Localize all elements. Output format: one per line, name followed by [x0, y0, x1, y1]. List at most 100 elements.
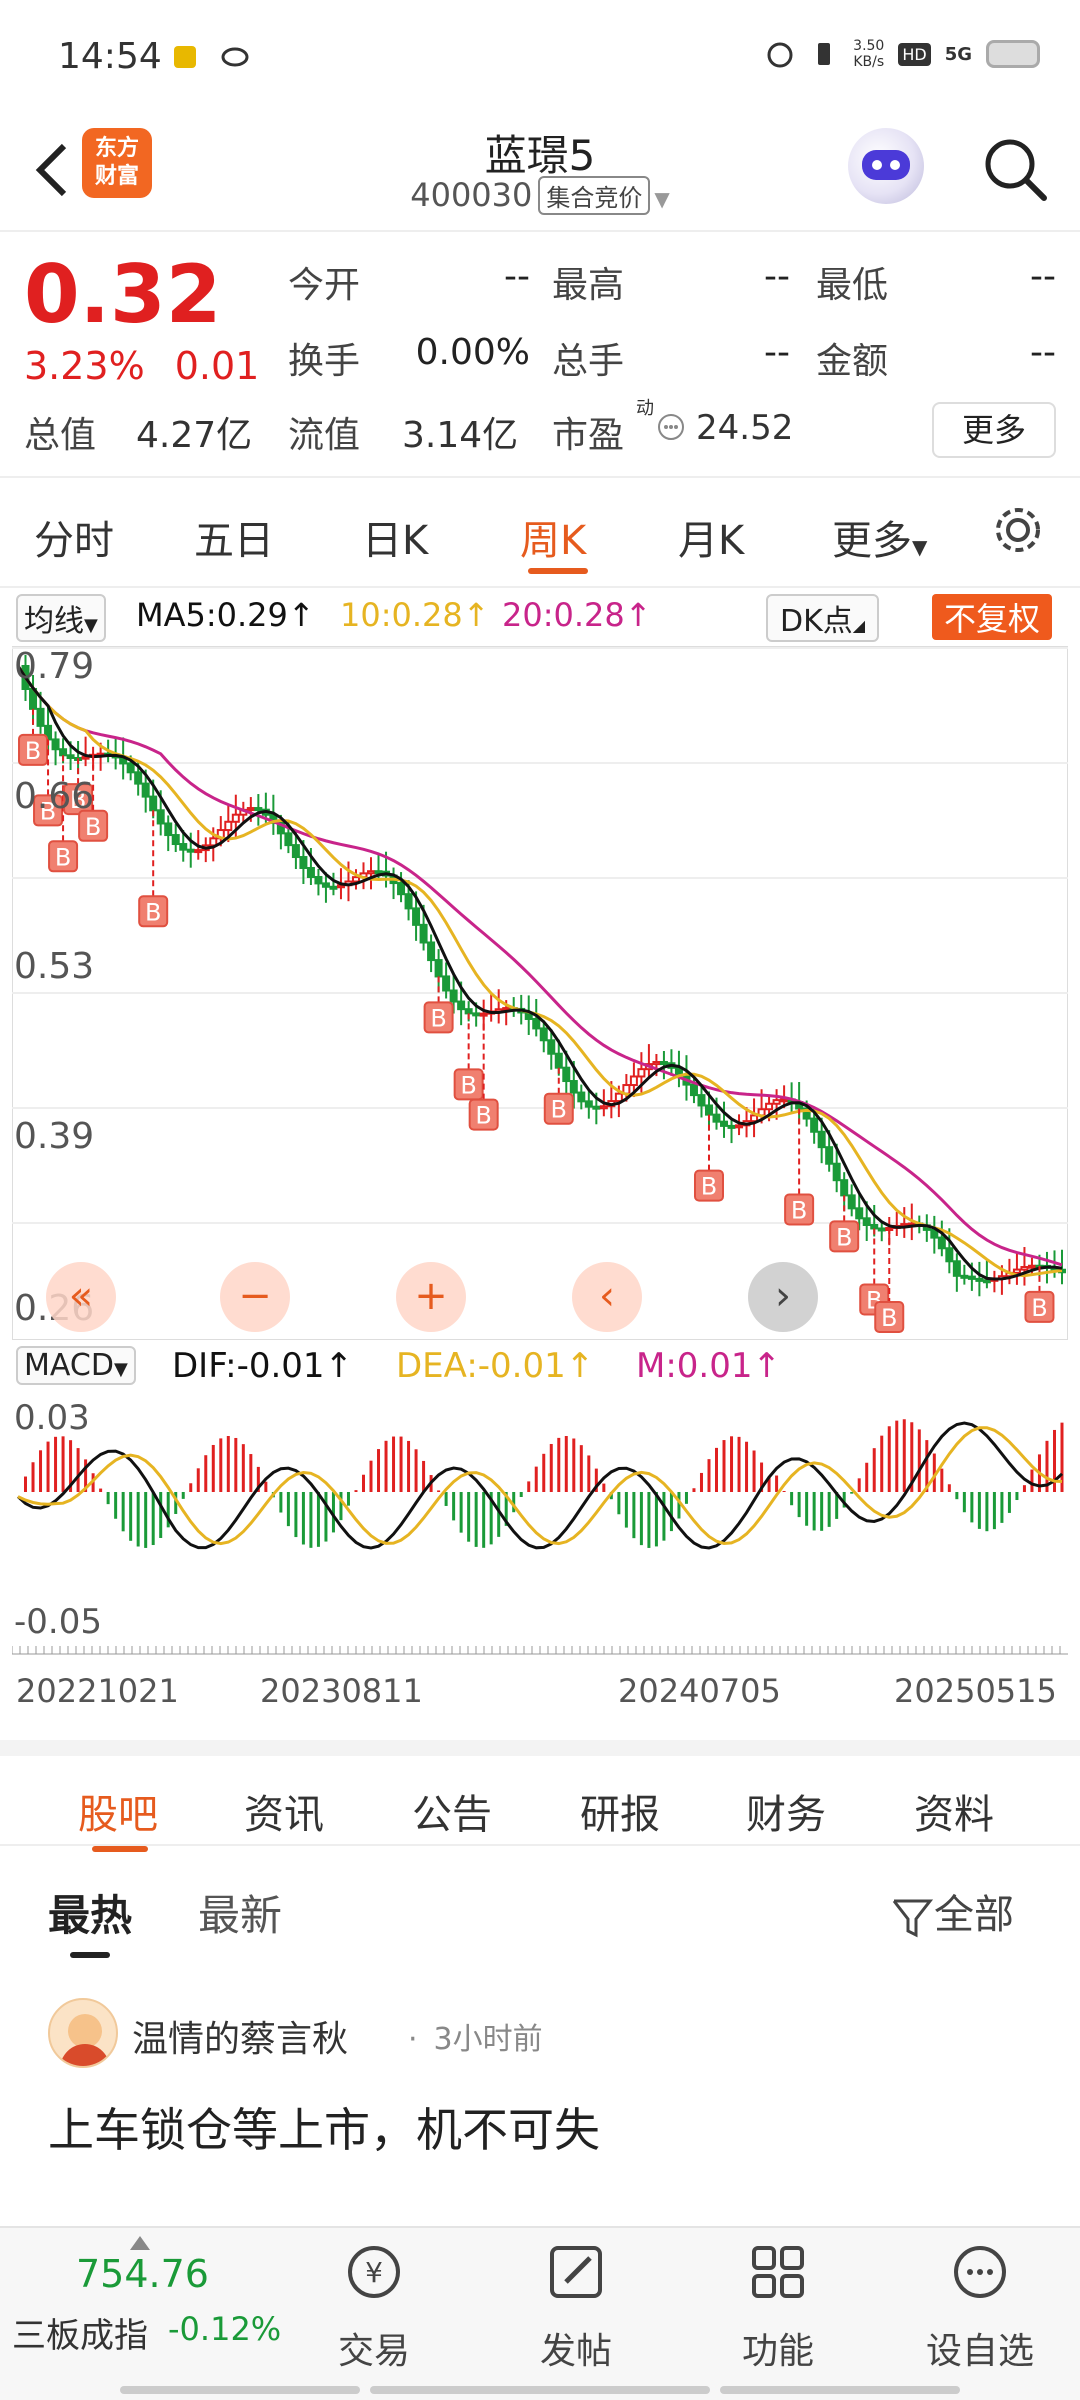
dif-value: DIF:-0.01 [172, 1346, 325, 1386]
candle [367, 870, 376, 875]
gear-icon[interactable] [988, 500, 1048, 560]
tab-daily-k[interactable]: 日K [362, 508, 428, 566]
candle [727, 1124, 736, 1129]
ai-assistant-icon[interactable] [848, 128, 924, 204]
info-icon[interactable] [656, 412, 686, 442]
dk-point-button[interactable]: DK点◢ [766, 594, 880, 642]
buy-marker-label: B [1031, 1294, 1047, 1322]
candle [472, 1012, 481, 1017]
date-label: 20240705 [618, 1672, 781, 1710]
ma20-value: 20:0.28 [502, 596, 625, 634]
net-speed-value: 3.50 [853, 38, 885, 54]
add-watchlist-button[interactable]: 设自选 [900, 2240, 1060, 2374]
candle [659, 1060, 668, 1065]
zoom-in-button[interactable]: + [396, 1262, 466, 1332]
tab-profile[interactable]: 资料 [914, 1782, 994, 1840]
candle [817, 1130, 826, 1149]
candle [840, 1179, 849, 1197]
candle [592, 1105, 601, 1110]
tab-research[interactable]: 研报 [580, 1782, 660, 1840]
trade-button[interactable]: ¥ 交易 [294, 2240, 454, 2374]
candle [712, 1113, 721, 1123]
macd-svg [11, 1398, 1068, 1658]
post-item[interactable]: 温情的蔡言秋 ·3小时前 上车锁仓等上市，机不可失 ⇗ 分享 ☺ 评论 ♡ 3 [0, 1986, 1080, 2226]
tab-news[interactable]: 资讯 [244, 1782, 324, 1840]
buy-marker-label: B [791, 1196, 807, 1224]
tab-newest[interactable]: 最新 [198, 1882, 282, 1943]
market-cap-value: 4.27亿 [136, 415, 253, 456]
more-button[interactable]: 更多 [932, 402, 1056, 458]
buy-marker-label: B [460, 1071, 476, 1099]
status-time: 14:54 [58, 36, 162, 77]
scroll-right-button[interactable]: › [748, 1262, 818, 1332]
buy-marker-label: B [145, 898, 161, 926]
tab-hottest[interactable]: 最热 [48, 1882, 132, 1943]
buy-marker-label: B [25, 737, 41, 765]
buy-marker-label: B [836, 1223, 852, 1251]
candle [577, 1091, 586, 1103]
candle [952, 1260, 961, 1277]
turnover-label: 换手 [288, 341, 361, 382]
filter-button[interactable]: 全部 [890, 1882, 1014, 1940]
candle [291, 844, 300, 859]
candle [149, 795, 158, 812]
adjust-button[interactable]: 不复权 [932, 594, 1053, 640]
candle [246, 807, 255, 812]
open-value: -- [504, 256, 530, 297]
candle [306, 866, 315, 879]
candle [765, 1102, 774, 1111]
candle [179, 843, 188, 851]
candle [584, 1100, 593, 1108]
scroll-left-button[interactable]: ‹ [572, 1262, 642, 1332]
index-value: 754.76 [76, 2252, 209, 2296]
candle [374, 870, 383, 875]
avatar[interactable] [48, 1998, 118, 2068]
ma10-value: 10:0.28 [340, 596, 463, 634]
scroll-left-fast-button[interactable]: « [46, 1262, 116, 1332]
tab-intraday[interactable]: 分时 [34, 508, 114, 566]
candle [284, 832, 293, 847]
macd-y-top: 0.03 [14, 1398, 90, 1438]
candle [569, 1080, 578, 1094]
chevron-down-icon: ▼ [912, 535, 928, 559]
filter-icon [892, 1899, 934, 1938]
candle [652, 1060, 661, 1066]
tab-more[interactable]: 更多▼ [832, 508, 927, 566]
macd-chart[interactable]: 0.03 -0.05 [11, 1398, 1068, 1658]
tab-finance[interactable]: 财务 [746, 1782, 826, 1840]
candle [697, 1094, 706, 1107]
tab-five-day[interactable]: 五日 [194, 508, 274, 566]
post-author[interactable]: 温情的蔡言秋 [132, 2010, 348, 2062]
search-icon[interactable] [980, 134, 1050, 204]
candle [36, 707, 45, 727]
kline-chart[interactable]: BBBBBBBBBBBBBBBB 0.79 0.66 0.53 0.39 0.2… [11, 645, 1069, 1341]
chart-area: 均线▼ MA5:0.29↑ 10:0.28↑ 20:0.28↑ DK点◢ 不复权… [11, 588, 1069, 1738]
post-button[interactable]: 发帖 [496, 2240, 656, 2374]
active-tab-indicator [528, 568, 588, 574]
tab-monthly-k[interactable]: 月K [678, 508, 744, 566]
auction-tag[interactable]: 集合竞价 [538, 176, 651, 215]
candle [554, 1052, 563, 1069]
tab-weekly-k[interactable]: 周K [520, 508, 586, 566]
candle [810, 1117, 819, 1133]
functions-button[interactable]: 功能 [698, 2240, 858, 2374]
date-label: 20221021 [16, 1672, 179, 1710]
tab-guba[interactable]: 股吧 [78, 1782, 158, 1840]
zoom-out-button[interactable]: − [220, 1262, 290, 1332]
nav-indicator [370, 2386, 710, 2394]
status-bar: 14:54 3.50 KB/s HD 5G [0, 0, 1080, 120]
post-content[interactable]: 上车锁仓等上市，机不可失 [48, 2094, 600, 2160]
candle [351, 876, 360, 883]
candle [982, 1279, 991, 1284]
indicator-selector[interactable]: MACD▼ [16, 1346, 136, 1385]
tab-announcements[interactable]: 公告 [412, 1782, 492, 1840]
date-label: 20250515 [894, 1672, 1057, 1710]
candle [599, 1105, 608, 1110]
info-tabs: 股吧 资讯 公告 研报 财务 资料 [0, 1740, 1080, 1852]
high-label: 最高 [552, 265, 625, 306]
candle [464, 1008, 473, 1015]
ma-selector[interactable]: 均线▼ [16, 594, 106, 642]
buy-marker-label: B [55, 843, 71, 871]
candle [404, 893, 413, 910]
candle [862, 1217, 871, 1226]
